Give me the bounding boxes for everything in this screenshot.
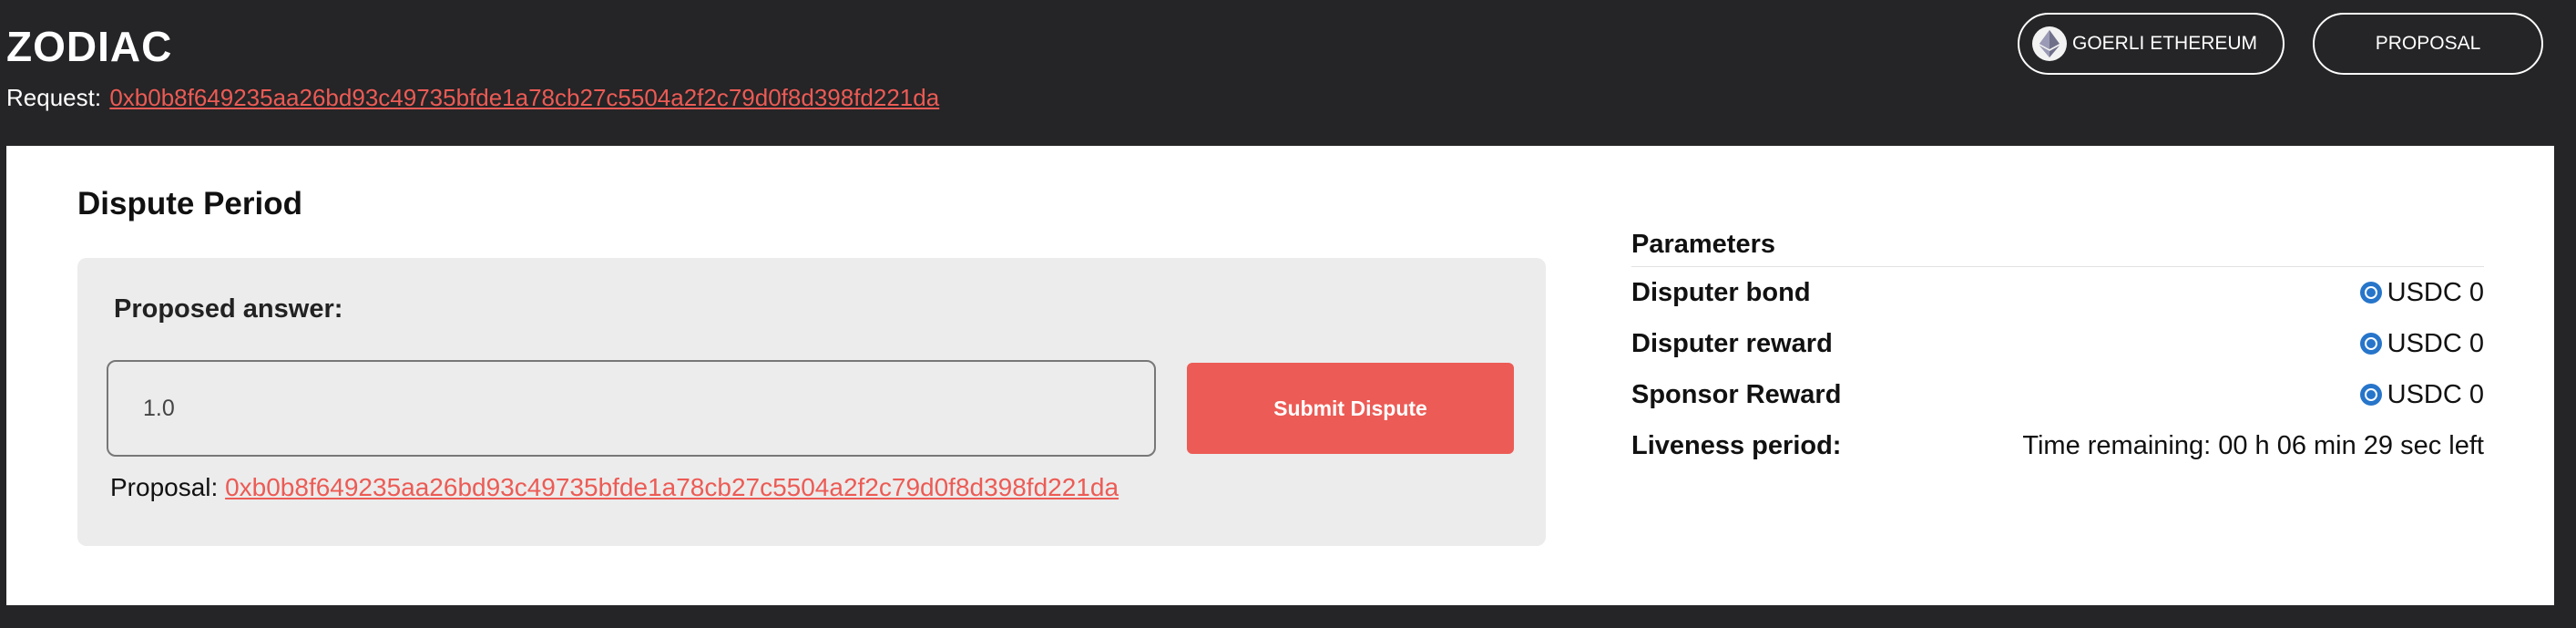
submit-dispute-button[interactable]: Submit Dispute	[1187, 363, 1514, 454]
liveness-countdown: Time remaining: 00 h 06 min 29 sec left	[2022, 430, 2484, 460]
usdc-icon	[2359, 333, 2382, 355]
param-value-text: USDC 0	[2387, 379, 2484, 409]
param-value: USDC 0	[2359, 277, 2484, 308]
param-row-disputer-bond: Disputer bond USDC 0	[1631, 267, 2484, 318]
param-row-liveness-period: Liveness period: Time remaining: 00 h 06…	[1631, 420, 2484, 471]
dispute-card: Dispute Period Proposed answer: Submit D…	[6, 146, 2554, 605]
param-value-text: USDC 0	[2387, 328, 2484, 358]
network-button[interactable]: GOERLI ETHEREUM	[2018, 13, 2285, 75]
usdc-icon	[2359, 384, 2382, 406]
proposed-answer-label: Proposed answer:	[114, 294, 343, 324]
proposal-hash-link[interactable]: 0xb0b8f649235aa26bd93c49735bfde1a78cb27c…	[225, 473, 1119, 501]
param-label: Disputer bond	[1631, 277, 1811, 307]
param-value: USDC 0	[2359, 379, 2484, 410]
param-label: Sponsor Reward	[1631, 379, 1842, 409]
proposed-answer-input[interactable]	[107, 360, 1156, 457]
parameters-panel: Parameters Disputer bond USDC 0 Disputer…	[1631, 230, 2484, 471]
param-label: Liveness period:	[1631, 430, 1842, 460]
param-row-sponsor-reward: Sponsor Reward USDC 0	[1631, 369, 2484, 420]
proposed-answer-panel: Proposed answer: Submit Dispute Proposal…	[77, 258, 1546, 546]
param-row-disputer-reward: Disputer reward USDC 0	[1631, 318, 2484, 369]
param-value-text: USDC 0	[2387, 277, 2484, 307]
proposal-label: Proposal:	[110, 473, 219, 501]
request-hash-link[interactable]: 0xb0b8f649235aa26bd93c49735bfde1a78cb27c…	[109, 84, 939, 111]
request-label: Request:	[6, 84, 102, 111]
request-line: Request: 0xb0b8f649235aa26bd93c49735bfde…	[6, 84, 939, 112]
ethereum-icon	[2032, 26, 2067, 61]
proposal-nav-button[interactable]: PROPOSAL	[2313, 13, 2543, 75]
network-label: GOERLI ETHEREUM	[2072, 33, 2258, 54]
brand-title: ZODIAC	[6, 23, 173, 70]
param-value: USDC 0	[2359, 328, 2484, 359]
param-label: Disputer reward	[1631, 328, 1833, 358]
usdc-icon	[2359, 282, 2382, 304]
section-title: Dispute Period	[77, 186, 302, 221]
parameters-title: Parameters	[1631, 230, 2484, 267]
proposal-line: Proposal: 0xb0b8f649235aa26bd93c49735bfd…	[110, 473, 1119, 502]
top-bar: ZODIAC Request: 0xb0b8f649235aa26bd93c49…	[0, 0, 2576, 146]
